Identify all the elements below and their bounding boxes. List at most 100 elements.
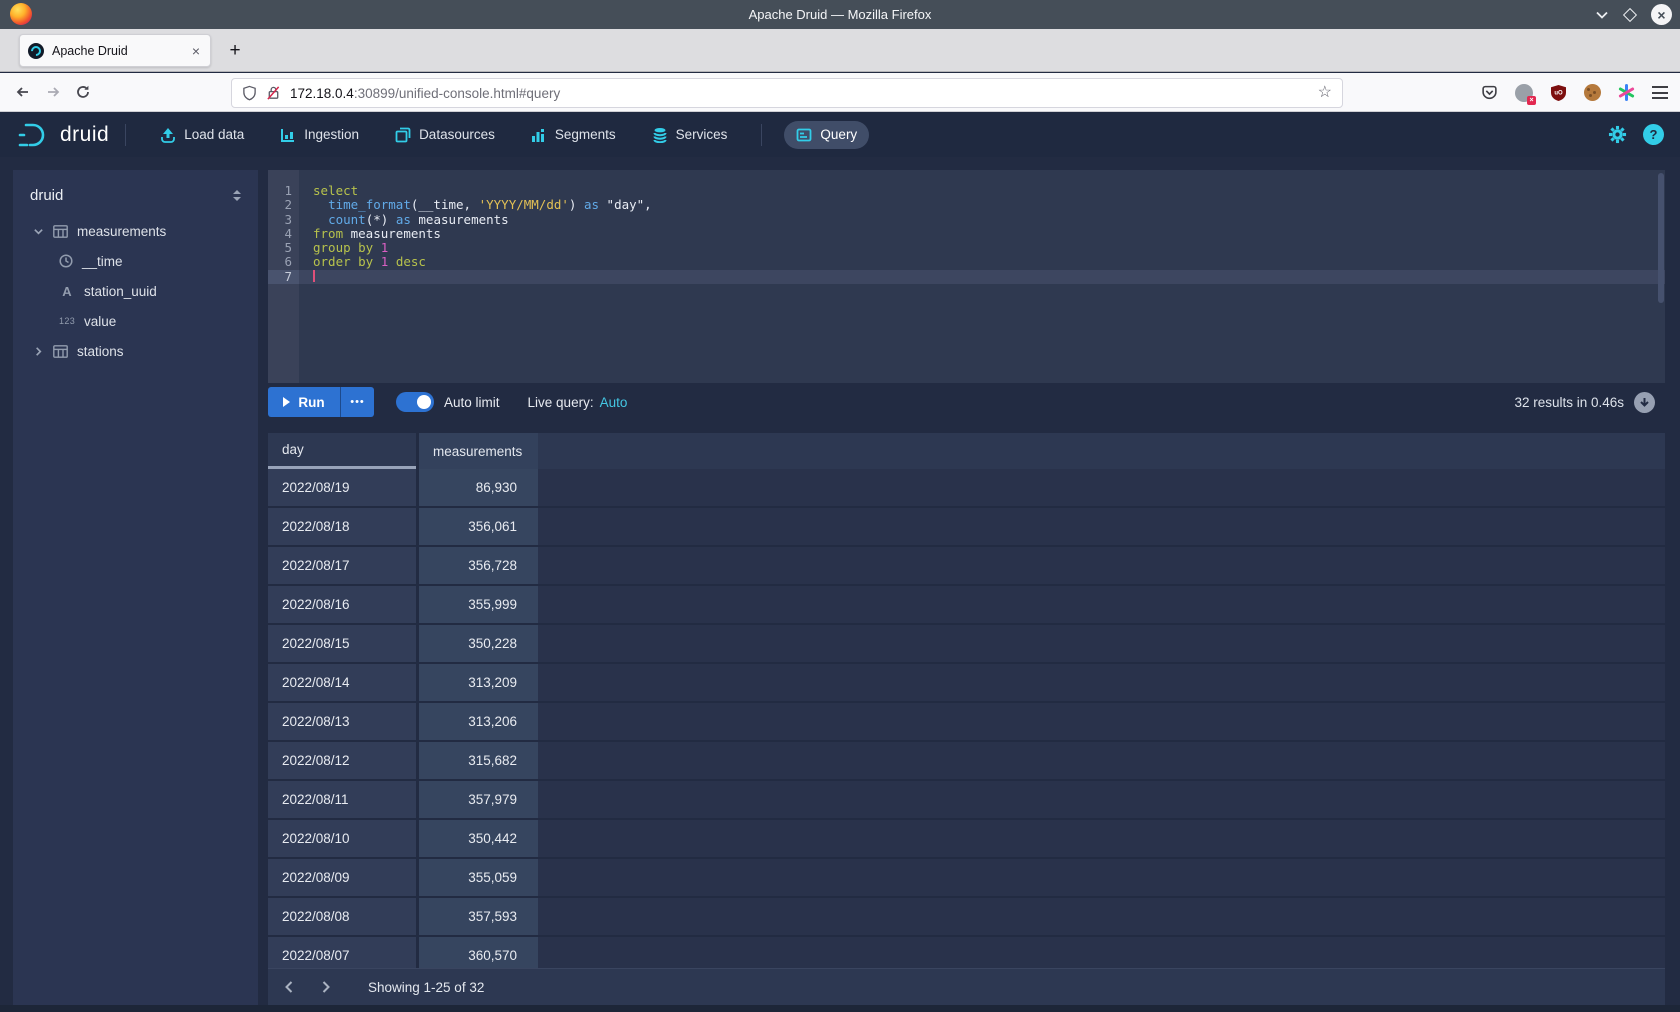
cell-day[interactable]: 2022/08/14 [268,664,416,701]
cell-day[interactable]: 2022/08/08 [268,898,416,935]
back-button[interactable] [8,77,38,107]
results-header: day measurements [268,433,1665,469]
line-number: 6 [268,255,299,269]
colorful-asterisk-extension-icon[interactable] [1618,84,1635,101]
menu-hamburger-icon[interactable] [1652,86,1668,99]
tab-close-icon[interactable]: × [190,43,202,59]
nav-item-load-data[interactable]: Load data [148,121,256,149]
cell-day[interactable]: 2022/08/09 [268,859,416,896]
nav-item-label: Query [820,127,857,142]
results-body: 2022/08/1986,9302022/08/18356,0612022/08… [268,469,1665,976]
pocket-icon[interactable] [1481,85,1498,101]
cell-day[interactable]: 2022/08/13 [268,703,416,740]
ublock-origin-icon[interactable]: uO [1550,84,1567,102]
live-query-value[interactable]: Auto [600,395,628,410]
druid-logo-icon [18,122,52,148]
browser-tab[interactable]: Apache Druid × [19,34,211,67]
tracking-shield-icon[interactable] [242,85,257,101]
url-text[interactable]: 172.18.0.4:30899/unified-console.html#qu… [290,86,1309,101]
cell-measurements[interactable]: 356,061 [419,508,538,545]
run-more-button[interactable]: ••• [340,387,374,417]
pagination-footer: Showing 1-25 of 32 [268,968,1665,1005]
sidebar-item-value-column[interactable]: 123 value [13,306,258,336]
table-row: 2022/08/13313,206 [268,703,1665,742]
header-filler [538,433,1665,469]
table-row: 2022/08/14313,209 [268,664,1665,703]
cell-day[interactable]: 2022/08/16 [268,586,416,623]
sql-editor[interactable]: 1234567 select time_format(__time, 'YYYY… [268,170,1665,383]
sidebar-item-measurements[interactable]: measurements [13,216,258,246]
editor-scrollbar[interactable] [1658,173,1664,303]
sidebar-item-station-uuid-column[interactable]: A station_uuid [13,276,258,306]
reload-button[interactable] [68,77,98,107]
schema-selector[interactable]: druid [13,170,258,216]
column-header-measurements[interactable]: measurements [419,433,538,469]
cell-day[interactable]: 2022/08/17 [268,547,416,584]
table-row: 2022/08/08357,593 [268,898,1665,937]
extension-icon[interactable] [1515,84,1533,102]
insecure-lock-icon[interactable] [266,85,281,101]
bottom-strip [0,1005,1680,1012]
column-header-day[interactable]: day [268,433,416,469]
nav-item-segments[interactable]: Segments [519,121,628,149]
cell-measurements[interactable]: 357,593 [419,898,538,935]
help-icon[interactable]: ? [1643,124,1664,145]
table-icon [53,345,68,358]
nav-item-services[interactable]: Services [640,121,740,149]
cell-measurements[interactable]: 315,682 [419,742,538,779]
nav-item-label: Segments [555,127,616,142]
window-close-icon[interactable]: × [1651,4,1672,25]
cell-measurements[interactable]: 356,728 [419,547,538,584]
row-filler [538,859,1665,896]
druid-logo[interactable]: druid [18,122,109,148]
cell-day[interactable]: 2022/08/10 [268,820,416,857]
next-page-icon[interactable] [310,972,340,1002]
prev-page-icon[interactable] [274,972,304,1002]
nav-item-label: Services [676,127,728,142]
bookmark-star-icon[interactable]: ☆ [1318,85,1332,101]
table-name: measurements [77,224,166,239]
cell-measurements[interactable]: 357,979 [419,781,538,818]
code-line: from measurements [299,227,1665,241]
nav-item-datasources[interactable]: Datasources [383,121,507,149]
cell-measurements[interactable]: 86,930 [419,469,538,506]
line-number: 1 [268,184,299,198]
auto-limit-toggle[interactable] [396,392,434,412]
window-minimize-icon[interactable] [1595,10,1609,20]
nav-item-query[interactable]: Query [784,121,869,149]
cell-day[interactable]: 2022/08/12 [268,742,416,779]
cell-measurements[interactable]: 350,442 [419,820,538,857]
editor-code[interactable]: select time_format(__time, 'YYYY/MM/dd')… [299,170,1665,383]
table-row: 2022/08/18356,061 [268,508,1665,547]
cell-day[interactable]: 2022/08/15 [268,625,416,662]
code-line: group by 1 [299,241,1665,255]
results-table: day measurements 2022/08/1986,9302022/08… [268,433,1665,1012]
column-name: station_uuid [84,284,157,299]
sidebar-item-stations[interactable]: stations [13,336,258,366]
cell-measurements[interactable]: 355,059 [419,859,538,896]
screen: Apache Druid — Mozilla Firefox × Apache … [0,0,1680,1012]
cell-measurements[interactable]: 313,206 [419,703,538,740]
divider [761,124,762,146]
code-line: order by 1 desc [299,255,1665,269]
new-tab-button[interactable]: + [222,38,248,64]
cell-day[interactable]: 2022/08/18 [268,508,416,545]
settings-gear-icon[interactable] [1608,125,1627,144]
cookie-icon[interactable] [1584,84,1601,101]
download-results-icon[interactable] [1634,392,1655,413]
url-bar[interactable]: 172.18.0.4:30899/unified-console.html#qu… [231,78,1343,108]
nav-item-label: Ingestion [304,127,359,142]
sidebar-item-time-column[interactable]: __time [13,246,258,276]
cell-measurements[interactable]: 355,999 [419,586,538,623]
row-filler [538,898,1665,935]
cell-day[interactable]: 2022/08/11 [268,781,416,818]
nav-item-ingestion[interactable]: Ingestion [268,121,371,149]
window-maximize-icon[interactable] [1623,7,1637,21]
run-button[interactable]: Run [268,387,340,417]
forward-button[interactable] [38,77,68,107]
cell-day[interactable]: 2022/08/19 [268,469,416,506]
cell-measurements[interactable]: 313,209 [419,664,538,701]
table-row: 2022/08/1986,930 [268,469,1665,508]
cell-measurements[interactable]: 350,228 [419,625,538,662]
tab-bar: Apache Druid × + [0,29,1680,72]
